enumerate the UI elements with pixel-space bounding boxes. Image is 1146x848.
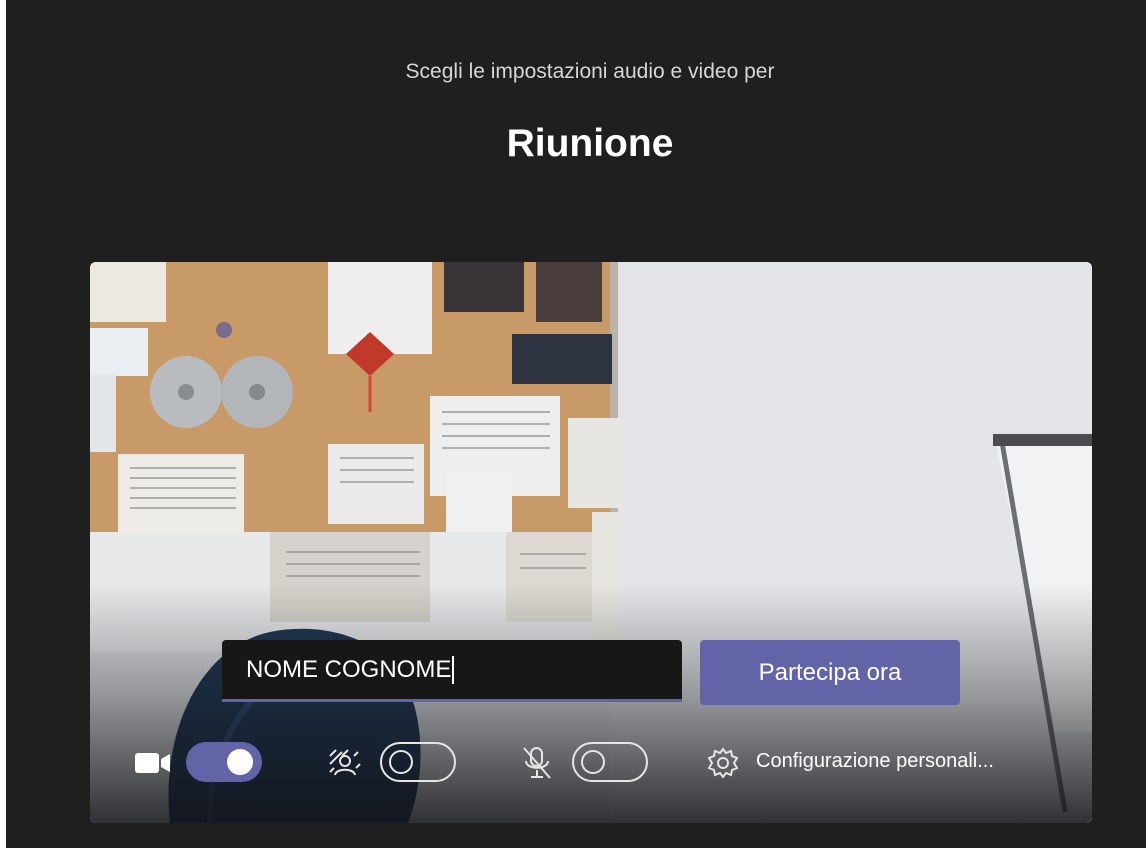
- camera-toggle-knob: [227, 749, 253, 775]
- microphone-toggle[interactable]: [572, 742, 648, 782]
- camera-preview: NOME COGNOME Partecipa ora Configurazion…: [90, 262, 1092, 823]
- pre-join-screen: Scegli le impostazioni audio e video per…: [0, 0, 1146, 848]
- join-now-button[interactable]: Partecipa ora: [700, 640, 960, 705]
- device-controls: Configurazione personali...: [90, 742, 1092, 802]
- microphone-toggle-knob: [581, 750, 605, 774]
- subtitle: Scegli le impostazioni audio e video per: [405, 60, 775, 83]
- meeting-title: Riunione: [506, 122, 674, 165]
- camera-toggle[interactable]: [186, 742, 262, 782]
- custom-setup-link[interactable]: Configurazione personali...: [756, 750, 994, 773]
- background-blur-toggle[interactable]: [380, 742, 456, 782]
- background-blur-toggle-knob: [389, 750, 413, 774]
- name-input[interactable]: NOME COGNOME: [222, 640, 682, 702]
- text-caret: [452, 655, 455, 684]
- window-edge: [0, 0, 6, 848]
- window: Scegli le impostazioni audio e video per…: [0, 0, 1146, 848]
- name-input-value: NOME COGNOME: [246, 655, 452, 683]
